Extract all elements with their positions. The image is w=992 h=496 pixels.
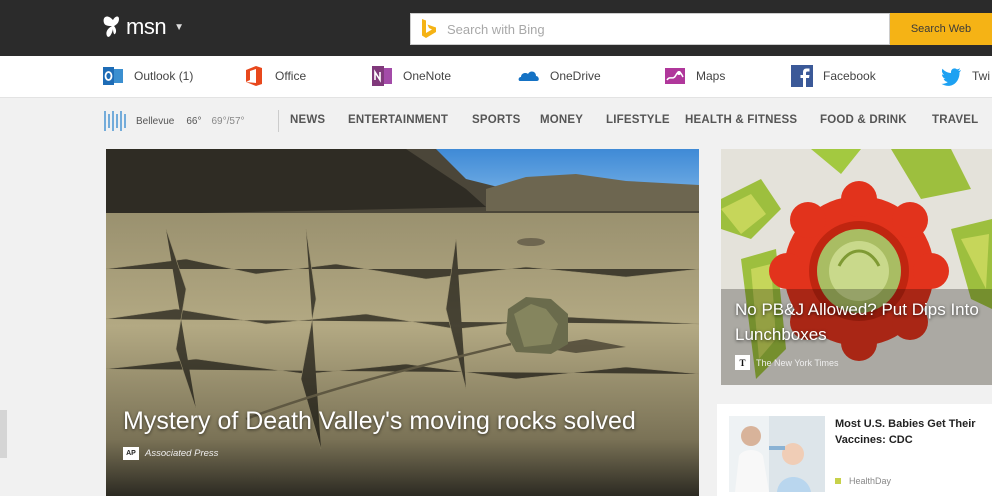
search-area: Search Web xyxy=(410,13,992,45)
search-web-button[interactable]: Search Web xyxy=(890,13,992,45)
weather-widget[interactable]: Bellevue 66° 69°/57° xyxy=(102,109,245,133)
top-header-bar: msn ▼ Search Web xyxy=(0,0,992,56)
ap-logo-icon: AP xyxy=(123,447,139,460)
search-box xyxy=(410,13,890,45)
app-label: Maps xyxy=(696,69,726,83)
nav-entertainment[interactable]: ENTERTAINMENT xyxy=(348,114,448,126)
weather-temp: 66° xyxy=(186,115,202,127)
app-launcher-bar: Outlook (1) Office OneNote OneDrive Maps xyxy=(0,56,992,98)
onedrive-icon xyxy=(518,71,539,81)
hero-title[interactable]: Mystery of Death Valley's moving rocks s… xyxy=(123,407,636,436)
maps-icon xyxy=(665,68,685,84)
butterfly-icon xyxy=(103,16,119,37)
card1-title[interactable]: No PB&J Allowed? Put Dips Into Lunchboxe… xyxy=(735,297,985,347)
story-card-vaccines[interactable]: Most U.S. Babies Get Their Vaccines: CDC… xyxy=(717,404,992,496)
weather-range: 69°/57° xyxy=(211,115,245,127)
hero-source: AP Associated Press xyxy=(123,447,218,460)
weather-rain-icon xyxy=(104,111,126,131)
logo-text: msn xyxy=(126,14,167,39)
outlook-icon xyxy=(103,67,123,85)
app-label: Twi xyxy=(972,69,990,83)
card2-title[interactable]: Most U.S. Babies Get Their Vaccines: CDC xyxy=(835,416,990,448)
msn-logo[interactable]: msn ▼ xyxy=(102,14,184,40)
app-label: Office xyxy=(275,69,307,83)
app-office[interactable]: Office xyxy=(243,65,306,87)
facebook-icon xyxy=(791,65,813,87)
bing-icon xyxy=(422,19,436,38)
nav-travel[interactable]: TRAVEL xyxy=(932,114,978,126)
app-onedrive[interactable]: OneDrive xyxy=(518,65,601,87)
search-input[interactable] xyxy=(447,21,847,37)
card2-thumbnail xyxy=(729,416,825,492)
app-onenote[interactable]: OneNote xyxy=(371,65,451,87)
nav-divider xyxy=(278,110,279,132)
app-label: Facebook xyxy=(823,69,876,83)
app-label: OneDrive xyxy=(550,69,601,83)
twitter-icon xyxy=(941,68,961,86)
card2-source: HealthDay xyxy=(835,476,891,486)
nav-health-fitness[interactable]: HEALTH & FITNESS xyxy=(685,114,797,126)
card1-image xyxy=(721,149,992,385)
nav-money[interactable]: MONEY xyxy=(540,114,583,126)
card2-image xyxy=(729,416,825,492)
hero-story[interactable]: Mystery of Death Valley's moving rocks s… xyxy=(106,149,699,496)
app-maps[interactable]: Maps xyxy=(664,65,725,87)
nav-news[interactable]: NEWS xyxy=(290,114,325,126)
category-nav: Bellevue 66° 69°/57° NEWS ENTERTAINMENT … xyxy=(0,98,992,144)
app-outlook[interactable]: Outlook (1) xyxy=(102,65,193,87)
card1-source: T The New York Times xyxy=(735,355,839,370)
onenote-icon xyxy=(372,66,392,86)
app-label: Outlook (1) xyxy=(134,69,194,83)
chevron-down-icon[interactable]: ▼ xyxy=(174,22,184,33)
app-label: OneNote xyxy=(403,69,452,83)
hero-source-name: Associated Press xyxy=(145,448,219,459)
app-facebook[interactable]: Facebook xyxy=(791,65,876,87)
card1-source-name: The New York Times xyxy=(756,357,839,368)
side-feedback-tab[interactable] xyxy=(0,410,7,458)
healthday-logo-icon xyxy=(835,478,841,484)
nav-food-drink[interactable]: FOOD & DRINK xyxy=(820,114,907,126)
hero-image xyxy=(106,149,699,496)
app-twitter[interactable]: Twi xyxy=(940,65,990,87)
nav-sports[interactable]: SPORTS xyxy=(472,114,521,126)
weather-city: Bellevue xyxy=(136,115,175,127)
nav-lifestyle[interactable]: LIFESTYLE xyxy=(606,114,670,126)
card2-source-name: HealthDay xyxy=(849,476,892,486)
story-card-lunchbox[interactable]: No PB&J Allowed? Put Dips Into Lunchboxe… xyxy=(721,149,992,385)
office-icon xyxy=(246,66,262,86)
nyt-logo-icon: T xyxy=(735,355,750,370)
